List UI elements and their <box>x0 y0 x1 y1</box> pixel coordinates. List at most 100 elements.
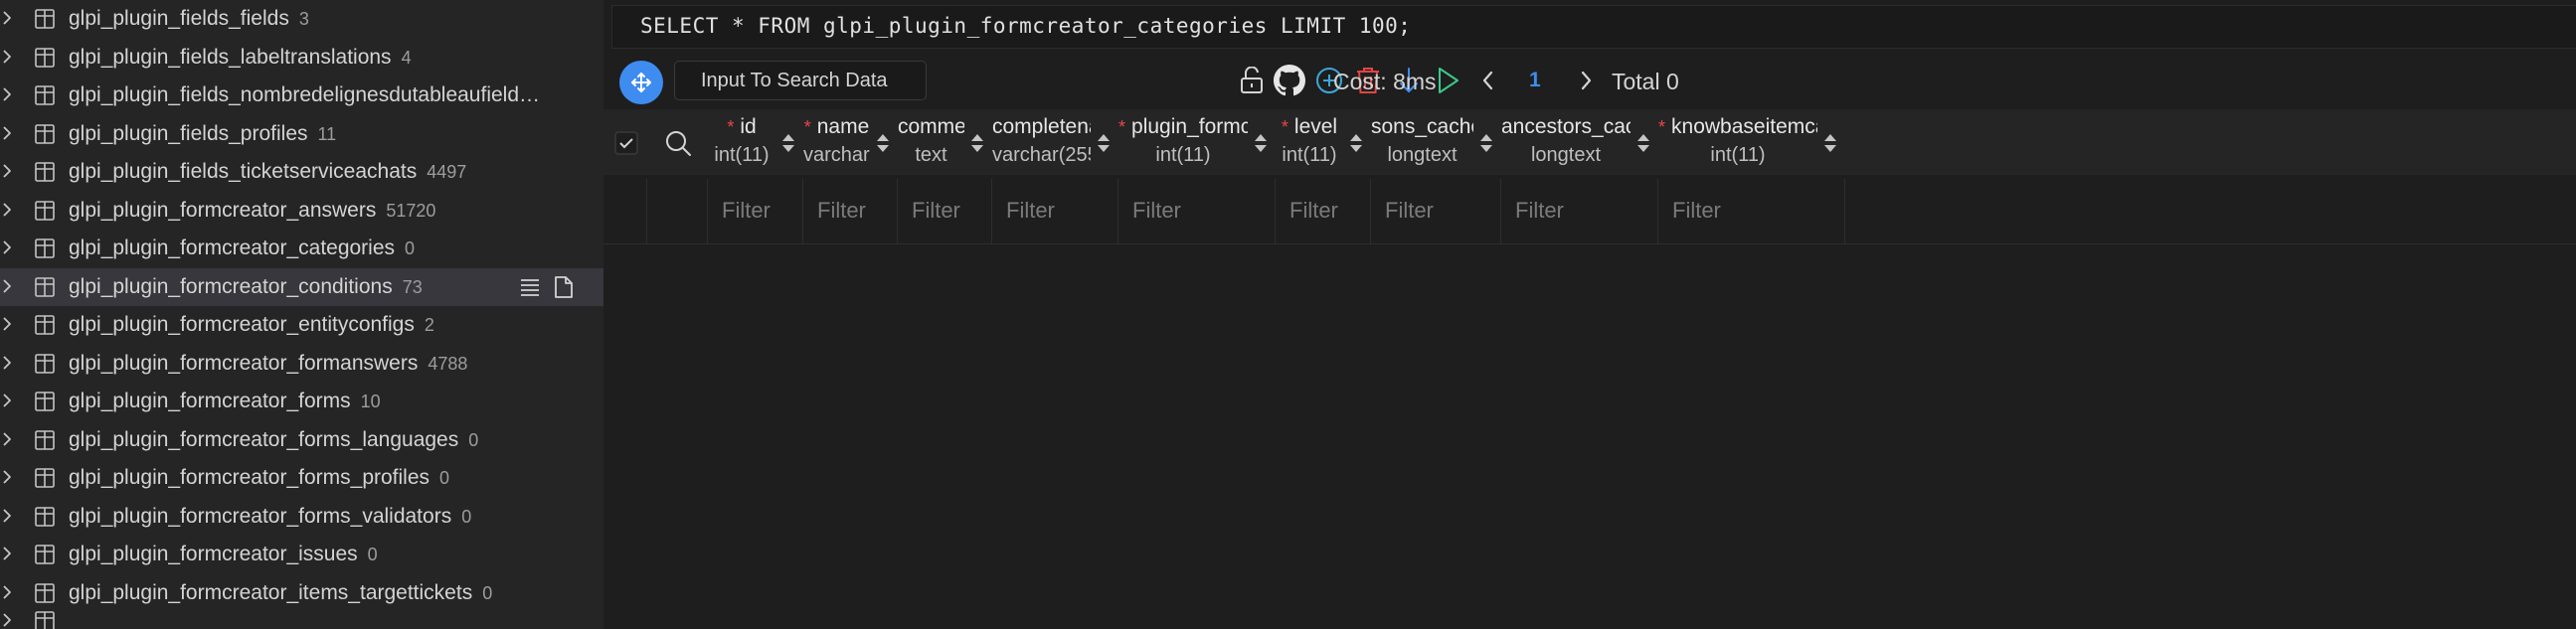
chevron-right-icon <box>1581 71 1592 90</box>
column-type: varchar(255) <box>992 144 1091 166</box>
table-icon <box>34 391 56 412</box>
table-icon <box>34 8 56 30</box>
sort-icon[interactable] <box>874 131 892 155</box>
column-header[interactable]: completename varchar(255) <box>992 109 1118 175</box>
column-header[interactable]: *plugin_formcreator_categories_id int(11) <box>1118 109 1276 175</box>
table-tree-item[interactable]: glpi_plugin_formcreator_forms_profiles 0 <box>0 459 603 498</box>
filter-cell-empty <box>603 179 647 243</box>
sort-icon[interactable] <box>1634 131 1652 155</box>
sort-icon[interactable] <box>1477 131 1495 155</box>
column-header[interactable]: ancestors_cache longtext <box>1501 109 1658 175</box>
column-name: level <box>1293 115 1338 138</box>
column-header[interactable]: * level int(11) <box>1276 109 1371 175</box>
row-actions <box>519 275 575 299</box>
chevron-right-icon[interactable] <box>1 585 13 599</box>
table-name: glpi_plugin_formcreator_forms <box>69 390 351 412</box>
chevron-right-icon[interactable] <box>1 240 13 254</box>
row-count: 0 <box>468 429 479 450</box>
column-filter-input[interactable] <box>722 193 796 229</box>
chevron-right-icon[interactable] <box>1 356 13 370</box>
column-filter-input[interactable] <box>1006 193 1112 229</box>
chevron-right-icon[interactable] <box>1 470 13 484</box>
search-icon <box>666 131 691 156</box>
table-tree-item[interactable]: glpi_plugin_fields_ticketserviceachats 44… <box>0 153 603 192</box>
column-header[interactable]: *knowbaseitemcategories_id int(11) <box>1658 109 1845 175</box>
column-filter-input[interactable] <box>1672 193 1838 229</box>
table-tree-item[interactable]: glpi_plugin_formcreator_conditions 73 <box>0 267 603 306</box>
column-type: longtext <box>1530 144 1602 166</box>
prev-page-button[interactable] <box>1478 67 1498 99</box>
chevron-right-icon[interactable] <box>1 87 13 101</box>
sort-icon[interactable] <box>1252 131 1270 155</box>
table-tree-item[interactable]: glpi_plugin_formcreator_categories 0 <box>0 230 603 268</box>
sort-icon[interactable] <box>1095 131 1113 155</box>
query-panel: SELECT * FROM glpi_plugin_formcreator_ca… <box>603 0 2576 629</box>
filter-cell <box>1658 179 1845 243</box>
column-type: int(11) <box>714 144 770 166</box>
chevron-right-icon[interactable] <box>1 50 13 64</box>
table-tree-item[interactable]: glpi_plugin_formcreator_forms_languages 0 <box>0 421 603 460</box>
table-name: glpi_plugin_fields_nombredelignesdutable… <box>69 83 541 106</box>
column-filter-input[interactable] <box>1132 193 1269 229</box>
sql-query-text[interactable]: SELECT * FROM glpi_plugin_formcreator_ca… <box>640 14 1411 38</box>
table-tree-item[interactable]: glpi_plugin_formcreator_forms_validators… <box>0 498 603 537</box>
chevron-right-icon[interactable] <box>1 11 13 25</box>
table-tree-item[interactable]: glpi_plugin_fields_labeltranslations 4 <box>0 39 603 78</box>
sort-icon[interactable] <box>779 131 797 155</box>
select-all-cell[interactable] <box>603 109 647 175</box>
chevron-right-icon[interactable] <box>1 393 13 407</box>
table-tree-item[interactable]: glpi_plugin_formcreator_items_targettick… <box>0 574 603 613</box>
column-filter-input[interactable] <box>1385 193 1494 229</box>
column-filter-input[interactable] <box>1515 193 1651 229</box>
search-column-cell[interactable] <box>647 109 708 175</box>
column-header[interactable]: sons_cache longtext <box>1371 109 1501 175</box>
sql-editor[interactable]: SELECT * FROM glpi_plugin_formcreator_ca… <box>611 5 2576 49</box>
table-tree-item[interactable]: glpi_plugin_formcreator_answers 51720 <box>0 192 603 231</box>
column-filter-input[interactable] <box>912 193 985 229</box>
chevron-right-icon[interactable] <box>1 547 13 560</box>
github-button[interactable] <box>1270 61 1309 100</box>
table-tree-item[interactable] <box>0 611 603 629</box>
column-type: longtext <box>1387 144 1458 166</box>
table-tree-item[interactable]: glpi_plugin_formcreator_entityconfigs 2 <box>0 306 603 345</box>
search-data-input[interactable] <box>674 61 927 100</box>
move-button[interactable] <box>619 61 663 104</box>
unlock-button[interactable] <box>1232 61 1272 100</box>
document-icon[interactable] <box>553 275 575 299</box>
table-tree-item[interactable]: glpi_plugin_formcreator_issues 0 <box>0 536 603 574</box>
sort-icon[interactable] <box>1821 131 1839 155</box>
sort-icon[interactable] <box>1347 131 1365 155</box>
row-count: 0 <box>439 468 450 488</box>
table-name: glpi_plugin_formcreator_entityconfigs <box>69 313 415 336</box>
table-tree-item[interactable]: glpi_plugin_formcreator_formanswers 4788 <box>0 345 603 384</box>
table-name: glpi_plugin_formcreator_forms_validators <box>69 504 452 528</box>
table-tree-item[interactable]: glpi_plugin_fields_profiles 11 <box>0 115 603 154</box>
chevron-right-icon[interactable] <box>1 203 13 217</box>
column-type: int(11) <box>1155 144 1211 166</box>
chevron-right-icon[interactable] <box>1 509 13 523</box>
table-tree-item[interactable]: glpi_plugin_formcreator_forms 10 <box>0 383 603 421</box>
unlock-icon <box>1241 67 1263 93</box>
column-filter-input[interactable] <box>817 193 891 229</box>
table-icon <box>34 47 56 69</box>
chevron-right-icon[interactable] <box>1 164 13 178</box>
chevron-right-icon[interactable] <box>1 432 13 446</box>
column-filter-input[interactable] <box>1289 193 1364 229</box>
table-tree-item[interactable]: glpi_plugin_fields_fields 3 <box>0 0 603 39</box>
table-icon <box>34 237 56 259</box>
column-name: sons_cache <box>1371 115 1473 138</box>
column-header[interactable]: comment text <box>898 109 992 175</box>
column-type: text <box>915 144 947 166</box>
sort-icon[interactable] <box>968 131 986 155</box>
row-count: 0 <box>367 545 378 564</box>
filter-cell <box>1501 179 1658 243</box>
table-tree-item[interactable]: glpi_plugin_fields_nombredelignesdutable… <box>0 77 603 115</box>
chevron-right-icon[interactable] <box>1 126 13 140</box>
chevron-right-icon[interactable] <box>1 613 13 627</box>
column-header[interactable]: * id int(11) <box>708 109 803 175</box>
column-header[interactable]: *name varchar(255) <box>803 109 898 175</box>
chevron-right-icon[interactable] <box>1 279 13 293</box>
chevron-right-icon[interactable] <box>1 317 13 331</box>
list-icon[interactable] <box>519 276 541 298</box>
next-page-button[interactable] <box>1576 67 1596 99</box>
